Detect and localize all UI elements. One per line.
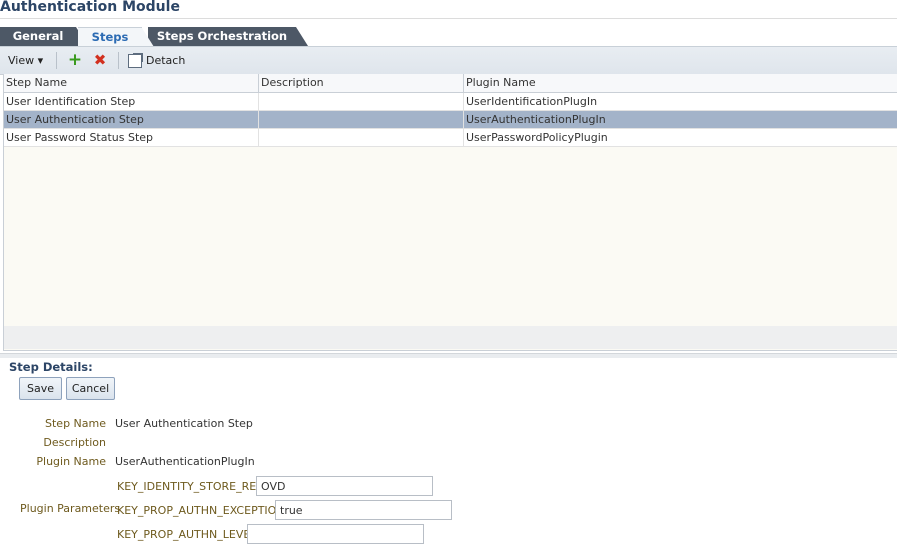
title-divider: [0, 18, 897, 19]
save-button[interactable]: Save: [19, 377, 62, 400]
tab-steps[interactable]: Steps: [78, 27, 154, 47]
plugin-name-value: UserAuthenticationPlugIn: [115, 455, 255, 468]
detach-icon: [128, 53, 143, 68]
delete-icon[interactable]: ✖: [91, 47, 109, 74]
param-key-label: KEY_PROP_AUTHN_LEVEL: [117, 528, 257, 541]
table-header: Step Name Description Plugin Name: [4, 74, 897, 93]
table-footer: [4, 326, 897, 349]
cell-plugin-name: UserPasswordPolicyPlugin: [466, 131, 608, 144]
cell-description: [259, 93, 464, 111]
param-value-input[interactable]: [275, 500, 452, 520]
column-header-plugin-name[interactable]: Plugin Name: [464, 74, 897, 92]
tab-general[interactable]: General: [0, 27, 88, 46]
tab-steps-label: Steps: [91, 30, 129, 44]
cell-description: [259, 129, 464, 147]
detach-button[interactable]: Detach: [126, 47, 186, 74]
cell-plugin-name: UserIdentificationPlugIn: [466, 95, 598, 108]
description-label: Description: [43, 436, 106, 449]
toolbar-divider: [118, 52, 119, 69]
add-icon[interactable]: +: [66, 47, 84, 74]
cancel-button[interactable]: Cancel: [66, 377, 115, 400]
page-title: Authentication Module: [0, 0, 180, 15]
panel-splitter[interactable]: [0, 353, 897, 358]
tab-bar: General Steps Orchestration Steps: [0, 27, 897, 47]
cell-plugin-name: UserAuthenticationPlugIn: [466, 113, 606, 126]
param-value-input[interactable]: [247, 524, 424, 544]
param-key-label: KEY_PROP_AUTHN_EXCEPTION: [117, 504, 285, 517]
view-menu-button[interactable]: View ▾: [8, 47, 50, 74]
plugin-name-label: Plugin Name: [36, 455, 106, 468]
step-details-heading: Step Details:: [9, 360, 93, 374]
param-key-label: KEY_IDENTITY_STORE_REF: [117, 480, 263, 493]
column-header-step-name[interactable]: Step Name: [4, 74, 259, 92]
tab-general-label: General: [12, 29, 64, 43]
step-name-label: Step Name: [45, 417, 106, 430]
cell-step-name: User Identification Step: [4, 93, 259, 111]
tab-steps-orchestration[interactable]: Steps Orchestration: [148, 27, 308, 46]
param-value-input[interactable]: [256, 476, 433, 496]
step-name-value: User Authentication Step: [115, 417, 253, 430]
steps-table: Step Name Description Plugin Name User I…: [3, 74, 897, 351]
tab-steps-orchestration-label: Steps Orchestration: [156, 29, 288, 43]
table-row[interactable]: User Authentication Step UserAuthenticat…: [4, 111, 897, 129]
table-row[interactable]: User Identification Step UserIdentificat…: [4, 93, 897, 111]
cell-step-name: User Authentication Step: [4, 111, 259, 129]
toolbar-divider: [56, 52, 57, 69]
column-header-description[interactable]: Description: [259, 74, 464, 92]
table-toolbar: View ▾ + ✖ Detach: [0, 46, 897, 75]
detach-label: Detach: [146, 54, 186, 67]
plugin-parameters-label: Plugin Parameters: [20, 502, 121, 515]
cell-description: [259, 111, 464, 129]
cell-step-name: User Password Status Step: [4, 129, 259, 147]
table-row[interactable]: User Password Status Step UserPasswordPo…: [4, 129, 897, 147]
